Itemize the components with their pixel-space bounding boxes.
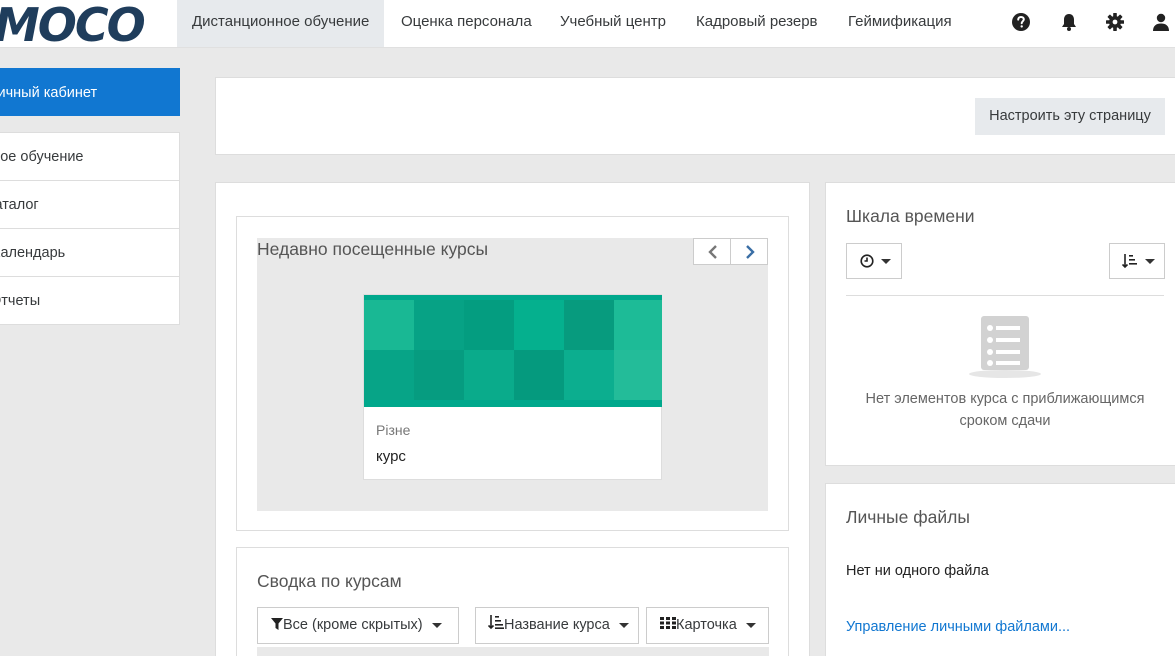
top-navbar: MOCO Дистанционное обучение Оценка персо…: [0, 0, 1175, 48]
timeline-empty-line2: сроком сдачи: [959, 413, 1051, 429]
view-label: Карточка: [676, 617, 737, 633]
sidebar-item-label: Календарь: [0, 245, 66, 261]
filter-dropdown[interactable]: Все (кроме скрытых): [257, 607, 459, 644]
sort-dropdown[interactable]: Название курса: [475, 607, 639, 644]
timeline-sort[interactable]: [1109, 243, 1165, 279]
sidebar-item-label: Каталог: [0, 197, 39, 213]
timeline-block: Шкала времени Нет элементов курса с приб…: [825, 182, 1175, 466]
sidebar-item-reports[interactable]: Отчеты: [0, 276, 180, 325]
nav-item-gamification[interactable]: Геймификация: [833, 0, 967, 47]
sort-icon: [487, 615, 504, 630]
left-sidebar: Личный кабинет Мое обучение Каталог Кале…: [0, 68, 180, 325]
divider: [846, 295, 1164, 296]
logo-text: MOCO: [0, 4, 146, 44]
nav-item-assessment[interactable]: Оценка персонала: [386, 0, 547, 47]
page-header-card: Настроить эту страницу: [215, 77, 1175, 155]
chevron-left-icon: [708, 245, 717, 259]
sidebar-item-label: Личный кабинет: [0, 85, 98, 101]
logo[interactable]: MOCO: [0, 4, 160, 44]
nav-item-training-center[interactable]: Учебный центр: [545, 0, 681, 47]
help-icon[interactable]: [1010, 11, 1032, 33]
timeline-title: Шкала времени: [846, 206, 975, 226]
nav-item-talent-pool[interactable]: Кадровый резерв: [681, 0, 833, 47]
course-name[interactable]: курс: [376, 448, 406, 465]
chevron-right-icon: [746, 245, 755, 259]
sidebar-item-label: Отчеты: [0, 293, 41, 309]
filter-label: Все (кроме скрытых): [283, 617, 423, 633]
private-files-empty-text: Нет ни одного файла: [846, 563, 989, 579]
course-category: Різне: [376, 422, 411, 438]
grid-icon: [660, 617, 676, 629]
clock-icon: [860, 254, 874, 268]
sidebar-item-dashboard[interactable]: Личный кабинет: [0, 68, 180, 116]
course-card[interactable]: Різне курс: [363, 294, 662, 480]
sidebar-item-my-learning[interactable]: Мое обучение: [0, 132, 180, 181]
manage-private-files-link[interactable]: Управление личными файлами...: [846, 619, 1070, 635]
bell-icon[interactable]: [1058, 11, 1080, 33]
private-files-title: Личные файлы: [846, 507, 970, 527]
recent-courses-title: Недавно посещенные курсы: [257, 239, 489, 259]
filter-icon: [271, 618, 283, 630]
course-overview-title: Сводка по курсам: [257, 571, 402, 591]
course-overview-area: [257, 647, 769, 656]
course-overview-block: Сводка по курсам Все (кроме скрытых) Наз…: [236, 547, 789, 656]
customize-page-button[interactable]: Настроить эту страницу: [975, 98, 1165, 135]
timeline-date-filter[interactable]: [846, 243, 902, 279]
recent-courses-block: Недавно посещенные курсы Різне курс: [236, 216, 789, 531]
view-dropdown[interactable]: Карточка: [646, 607, 769, 644]
timeline-empty-text: Нет элементов курса с приближающимся сро…: [826, 388, 1175, 432]
sidebar-item-label: Мое обучение: [0, 149, 84, 165]
next-button[interactable]: [730, 238, 768, 265]
user-icon[interactable]: [1150, 11, 1172, 33]
empty-list-icon: [969, 316, 1041, 378]
recent-courses-area: Недавно посещенные курсы Різне курс: [257, 238, 768, 511]
course-image: [364, 295, 662, 407]
timeline-empty-line1: Нет элементов курса с приближающимся: [865, 391, 1145, 407]
sidebar-item-calendar[interactable]: Календарь: [0, 228, 180, 277]
sort-label: Название курса: [504, 617, 610, 633]
sidebar-item-catalog[interactable]: Каталог: [0, 180, 180, 229]
private-files-block: Личные файлы Нет ни одного файла Управле…: [825, 483, 1175, 656]
gear-icon[interactable]: [1104, 11, 1126, 33]
sort-icon: [1122, 254, 1137, 269]
prev-button[interactable]: [693, 238, 731, 265]
nav-item-distance-learning[interactable]: Дистанционное обучение: [177, 0, 385, 47]
